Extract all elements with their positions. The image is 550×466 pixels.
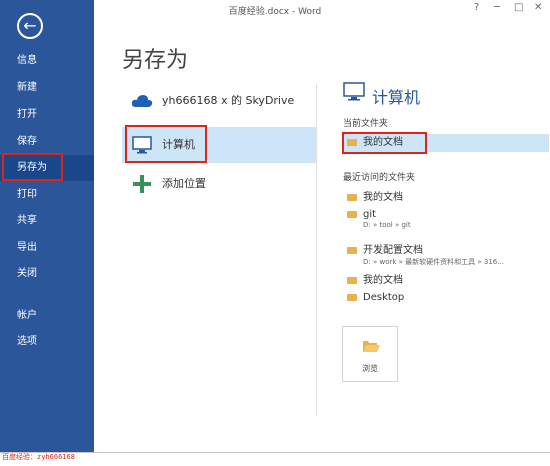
- folder-icon: [347, 293, 357, 301]
- recent-folder-item[interactable]: Desktop: [343, 292, 550, 303]
- recent-folder-item[interactable]: 我的文档: [343, 188, 550, 203]
- panel-divider: [316, 84, 317, 416]
- sidebar-item-open[interactable]: 打开: [0, 102, 94, 128]
- computer-highlight: [125, 125, 207, 163]
- watermark: 百度经验：zyh666168: [2, 453, 75, 461]
- save-as-highlight: [2, 153, 63, 181]
- current-folder-label: 当前文件夹: [343, 119, 389, 129]
- sidebar-item-close[interactable]: 关闭: [0, 261, 94, 287]
- folder-icon: [347, 276, 357, 284]
- open-folder-icon: [362, 338, 380, 357]
- sidebar-item-account[interactable]: 帐户: [0, 303, 94, 329]
- folder-icon: [347, 193, 357, 201]
- browse-button[interactable]: 浏览: [342, 326, 398, 382]
- horizontal-scrollbar[interactable]: [0, 452, 550, 466]
- folder-icon: [347, 246, 357, 254]
- sidebar-item-new[interactable]: 新建: [0, 75, 94, 101]
- page-title: 另存为: [122, 48, 189, 73]
- location-add-place[interactable]: 添加位置: [122, 166, 316, 202]
- cloud-icon: [130, 83, 154, 119]
- location-skydrive[interactable]: yh666168 x 的 SkyDrive: [122, 83, 316, 119]
- recent-folder-item[interactable]: 开发配置文档 D: » work » 最新软硬件资料和工具 » 316...: [343, 241, 550, 267]
- backstage-sidebar: ← 信息 新建 打开 保存 另存为 打印 共享 导出 关闭 帐户 选项: [0, 0, 94, 452]
- close-button[interactable]: ✕: [534, 2, 542, 13]
- maximize-button[interactable]: □: [514, 2, 523, 13]
- sidebar-item-info[interactable]: 信息: [0, 48, 94, 74]
- back-arrow-icon[interactable]: ←: [17, 13, 43, 39]
- minimize-button[interactable]: ─: [494, 2, 500, 13]
- right-panel-title: 计算机: [372, 88, 421, 107]
- folder-icon: [347, 210, 357, 218]
- help-button[interactable]: ?: [474, 2, 479, 13]
- sidebar-item-print[interactable]: 打印: [0, 182, 94, 208]
- recent-folder-item[interactable]: 我的文档: [343, 271, 550, 286]
- plus-icon: [130, 166, 154, 202]
- sidebar-item-export[interactable]: 导出: [0, 235, 94, 261]
- sidebar-item-save[interactable]: 保存: [0, 129, 94, 155]
- recent-folders-label: 最近访问的文件夹: [343, 173, 416, 183]
- computer-icon: [343, 82, 365, 106]
- recent-folder-item[interactable]: git D: » tool » git: [343, 209, 550, 229]
- sidebar-item-share[interactable]: 共享: [0, 208, 94, 234]
- sidebar-item-options[interactable]: 选项: [0, 329, 94, 355]
- browse-label: 浏览: [362, 364, 378, 373]
- current-folder-highlight: [342, 132, 427, 154]
